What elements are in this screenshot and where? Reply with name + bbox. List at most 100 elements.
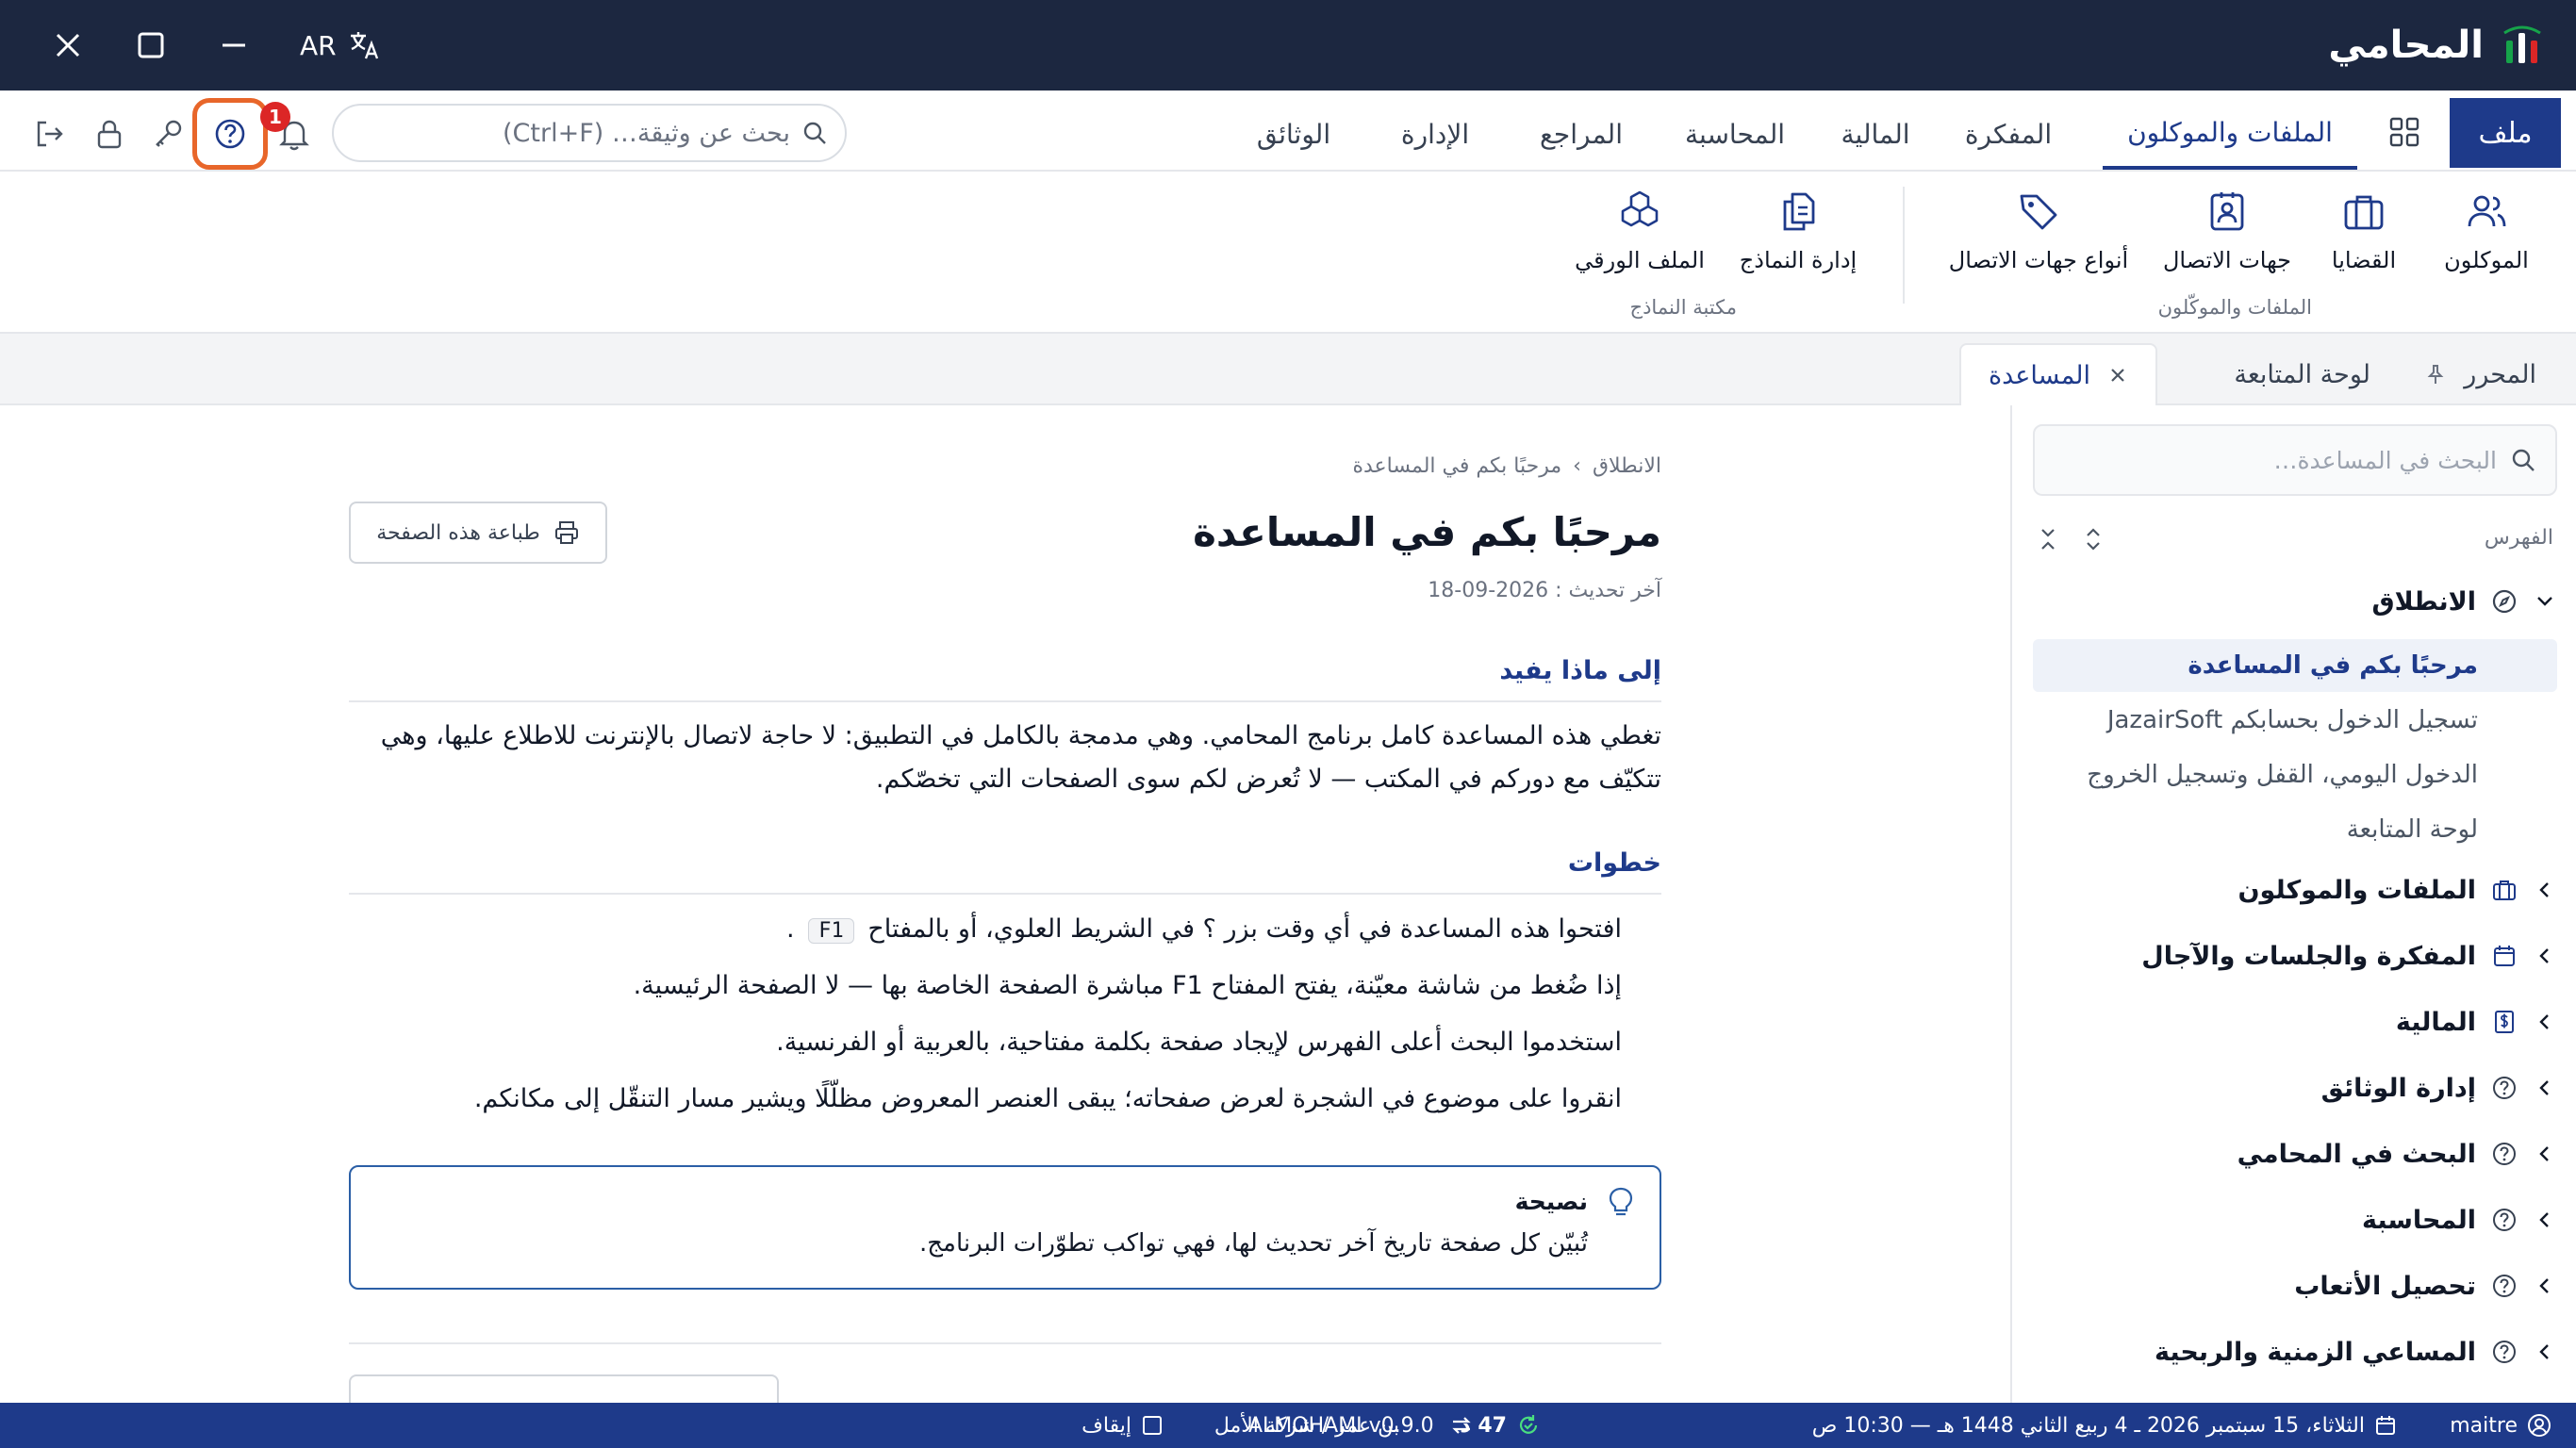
lock-session-button[interactable] (91, 115, 128, 153)
toc-section-label: المحاسبة (2361, 1205, 2476, 1235)
tip-callout: نصيحة تُبيّن كل صفحة تاريخ آخر تحديث لها… (349, 1165, 1661, 1290)
toc-item-dashboard[interactable]: لوحة المتابعة (2033, 803, 2557, 856)
toc-section-search[interactable]: البحث في المحامي (2033, 1127, 2557, 1180)
content-divider (349, 1342, 1661, 1344)
calendar-icon (2494, 946, 2515, 966)
ribbon-clients-button[interactable]: الموكلون (2425, 189, 2548, 292)
print-page-label: طباعة هذه الصفحة (376, 520, 540, 545)
status-refresh-button[interactable] (1448, 1403, 1475, 1448)
help-icon (215, 119, 245, 149)
breadcrumb-item: مرحبًا بكم في المساعدة (1352, 454, 1562, 478)
tab-help-label: المساعدة (1988, 360, 2091, 390)
help-content-pane: الانطلاق › مرحبًا بكم في المساعدة مرحبًا… (0, 405, 2008, 1403)
close-window-button[interactable] (43, 21, 92, 70)
logout-button[interactable] (30, 115, 68, 153)
refresh-icon (1452, 1417, 1471, 1434)
calendar-icon (2376, 1416, 2395, 1435)
status-pause-toggle[interactable]: إيقاف (1082, 1403, 1164, 1448)
maximize-icon (138, 32, 164, 58)
tag-icon (2020, 194, 2057, 230)
ribbon-cases-button[interactable]: القضايا (2312, 189, 2416, 292)
help-button[interactable] (192, 98, 268, 170)
maximize-window-button[interactable] (126, 21, 175, 70)
nav-tab-accounting[interactable]: المحاسبة (1669, 98, 1801, 170)
toc-section-finance[interactable]: المالية (2033, 996, 2557, 1048)
toc-section-fees[interactable]: تحصيل الأتعاب (2033, 1259, 2557, 1312)
ribbon-contact-types-button[interactable]: أنواع جهات الاتصال (1944, 189, 2133, 292)
breadcrumb-item[interactable]: الانطلاق (1593, 454, 1661, 478)
toc-section-label: المفكرة والجلسات والآجال (2141, 941, 2476, 971)
step-text: افتحوا هذه المساعدة في أي وقت بزر ؟ في ا… (867, 914, 1622, 944)
toc-section-getting-started[interactable]: الانطلاق (2033, 575, 2557, 628)
nav-tab-documents[interactable]: الوثائق (1237, 98, 1350, 170)
apps-grid-button[interactable] (2386, 113, 2423, 151)
boxes-icon (1621, 190, 1659, 227)
tab-help[interactable]: المساعدة (1959, 343, 2157, 405)
toc-section-label: تحصيل الأتعاب (2294, 1271, 2476, 1301)
app-brand: المحامي (2328, 17, 2544, 74)
printer-icon (554, 521, 578, 544)
ribbon-group-files-label: الملفات والموكّلون (2157, 296, 2312, 319)
toc-expand-all-button[interactable] (2078, 524, 2108, 554)
step-item: إذا ضُغط من شاشة معيّنة، يفتح المفتاح F1… (633, 971, 1622, 1000)
next-page-button[interactable] (349, 1374, 779, 1403)
document-search-input[interactable] (351, 118, 790, 148)
tab-dashboard[interactable]: لوحة المتابعة (2234, 343, 2370, 405)
toc-collapse-all-button[interactable] (2033, 524, 2063, 554)
toc-section-label: إدارة الوثائق (2320, 1073, 2476, 1103)
language-code: AR (300, 29, 337, 61)
section-heading: إلى ماذا يفيد (349, 656, 1661, 702)
search-icon (2512, 449, 2535, 471)
last-updated: آخر تحديث : 2026-09-18 (1428, 579, 1661, 602)
title-bar: AR المحامي (0, 0, 2576, 90)
status-user: maitre (2450, 1403, 2551, 1448)
ribbon-contacts-button[interactable]: جهات الاتصال (2152, 189, 2303, 292)
help-search (2033, 424, 2557, 496)
chevron-right-icon (2539, 1080, 2549, 1095)
tip-text: تُبيّن كل صفحة تاريخ آخر تحديث لها، فهي … (918, 1229, 1588, 1258)
change-password-button[interactable] (149, 115, 187, 153)
help-search-input[interactable] (2054, 446, 2497, 474)
ribbon-contacts-label: جهات الاتصال (2162, 247, 2292, 273)
nav-tab-agenda[interactable]: المفكرة (1942, 98, 2074, 170)
toc-section-time-profit[interactable]: المساعي الزمنية والربحية (2033, 1325, 2557, 1378)
language-switcher[interactable]: AR (300, 25, 380, 66)
chevron-right-icon (2539, 882, 2549, 897)
help-circle-icon (2493, 1275, 2516, 1297)
contact-card-icon (2210, 192, 2244, 231)
nav-tab-references[interactable]: المراجع (1520, 98, 1643, 170)
nav-tab-finance[interactable]: المالية (1824, 98, 1927, 170)
f1-key-badge: F1 (808, 918, 854, 944)
grid-icon (2389, 117, 2419, 147)
toc-section-files-clients[interactable]: الملفات والموكلون (2033, 864, 2557, 916)
minimize-window-button[interactable] (209, 21, 258, 70)
file-menu-button[interactable]: ملف (2450, 98, 2561, 168)
ribbon-templates-button[interactable]: إدارة النماذج (1727, 189, 1869, 292)
help-sidebar: الفهرس الانطلاق مرحبًا بكم في المساعدة ت… (2010, 405, 2576, 1403)
ribbon-group-templates-label: مكتبة النماذج (1629, 296, 1737, 319)
step-item: استخدموا البحث أعلى الفهرس لإيجاد صفحة ب… (776, 1028, 1622, 1057)
toc-section-label: المساعي الزمنية والربحية (2155, 1337, 2476, 1367)
print-page-button[interactable]: طباعة هذه الصفحة (349, 502, 607, 564)
nav-tab-administration[interactable]: الإدارة (1379, 98, 1492, 170)
close-icon (56, 33, 80, 58)
toc-section-documents[interactable]: إدارة الوثائق (2033, 1061, 2557, 1114)
nav-tab-files-clients[interactable]: الملفات والموكلون (2103, 98, 2357, 170)
toc-item-login[interactable]: تسجيل الدخول بحسابكم JazairSoft (2033, 694, 2557, 747)
chevrons-collapse-icon (2041, 529, 2055, 550)
toc-item-welcome[interactable]: مرحبًا بكم في المساعدة (2033, 639, 2557, 692)
toc-section-accounting[interactable]: المحاسبة (2033, 1193, 2557, 1246)
pin-icon (2427, 365, 2444, 384)
status-user-label: maitre (2450, 1413, 2518, 1438)
sync-check-icon (1519, 1415, 1538, 1434)
ribbon-paper-file-button[interactable]: الملف الورقي (1569, 189, 1710, 292)
dollar-icon (2495, 1011, 2514, 1033)
chevron-right-icon (2539, 948, 2549, 963)
tab-editor[interactable]: المحرر (2424, 343, 2536, 405)
toc-item-daily-login[interactable]: الدخول اليومي، القفل وتسجيل الخروج (2033, 749, 2557, 801)
ribbon-contact-types-label: أنواع جهات الاتصال (1948, 247, 2129, 273)
ribbon-toolbar: الموكلون القضايا جهات الاتصال أنواع جهات… (0, 172, 2576, 334)
toc-section-agenda[interactable]: المفكرة والجلسات والآجال (2033, 930, 2557, 982)
toc-section-label: المالية (2395, 1007, 2476, 1037)
close-tab-icon[interactable] (2107, 365, 2128, 386)
